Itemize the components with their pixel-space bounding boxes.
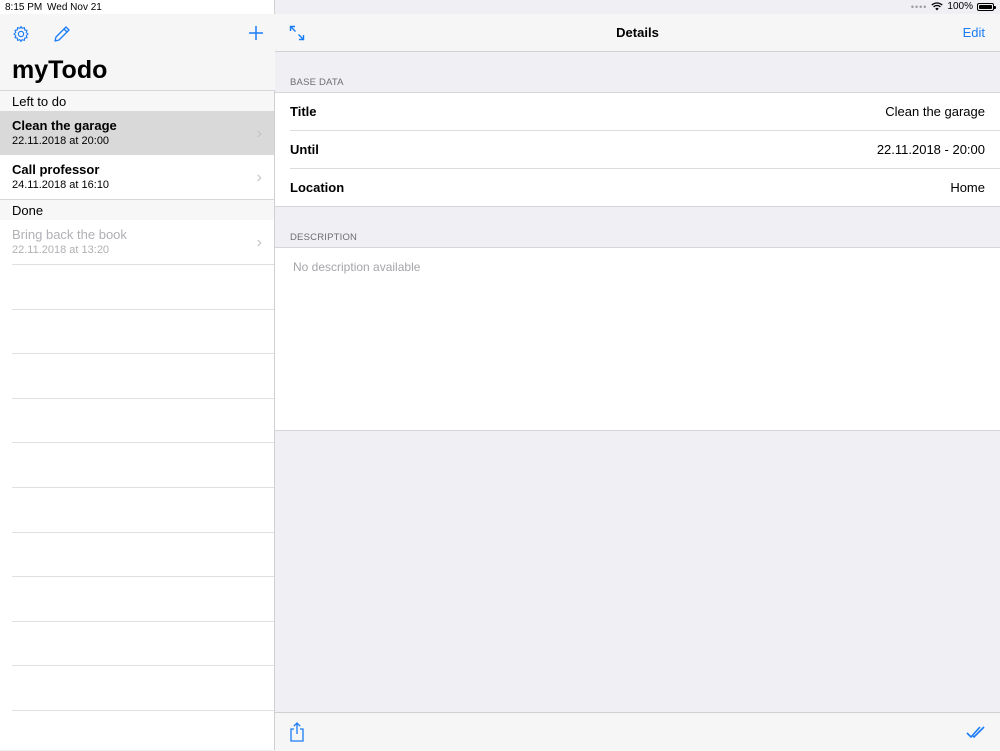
list-separator [12, 442, 274, 443]
description-area[interactable]: No description available [275, 247, 1000, 431]
list-separator [12, 621, 274, 622]
description-placeholder: No description available [293, 260, 421, 274]
field-label: Title [290, 104, 317, 119]
list-separator [12, 353, 274, 354]
chevron-right-icon: › [256, 234, 262, 251]
battery-percent: 100% [947, 1, 973, 12]
detail-title: Details [616, 25, 659, 40]
list-separator [12, 710, 274, 711]
field-title: Title Clean the garage [275, 93, 1000, 130]
list-separator [12, 309, 274, 310]
field-location: Location Home [275, 169, 1000, 206]
todo-title: Bring back the book [12, 227, 127, 242]
list-separator [12, 398, 274, 399]
list-separator [12, 532, 274, 533]
todo-item-clean-garage[interactable]: Clean the garage 22.11.2018 at 20:00 › [0, 111, 274, 155]
description-header: DESCRIPTION [290, 232, 358, 243]
field-value: Clean the garage [885, 104, 985, 119]
status-time: 8:15 PM [5, 2, 43, 13]
status-bar: 8:15 PM Wed Nov 21 •••• 100% [0, 0, 1000, 14]
section-label: Left to do [12, 94, 67, 109]
section-header-done: Done [0, 199, 274, 220]
mark-done-button[interactable] [965, 722, 987, 742]
status-right: •••• 100% [910, 1, 996, 12]
todo-item-call-professor[interactable]: Call professor 24.11.2018 at 16:10 › [0, 155, 274, 199]
detail-navbar: Details Edit [275, 14, 1000, 52]
list-separator [12, 487, 274, 488]
chevron-right-icon: › [256, 125, 262, 142]
settings-button[interactable] [11, 24, 31, 44]
wifi-icon [931, 2, 944, 11]
list-separator [12, 665, 274, 666]
field-until: Until 22.11.2018 - 20:00 [275, 131, 1000, 168]
todo-title: Call professor [12, 162, 100, 177]
todo-date: 22.11.2018 at 20:00 [12, 135, 110, 147]
todo-date: 22.11.2018 at 13:20 [12, 244, 110, 256]
add-todo-button[interactable] [246, 23, 266, 43]
todo-title: Clean the garage [12, 118, 117, 133]
field-value: Home [950, 180, 985, 195]
section-header-left-to-do: Left to do [0, 90, 274, 111]
detail-pane: Details Edit BASE DATA Title Clean the g… [275, 0, 1000, 751]
list-separator [12, 576, 274, 577]
todo-date: 24.11.2018 at 16:10 [12, 179, 110, 191]
battery-icon [977, 2, 996, 11]
chevron-right-icon: › [256, 169, 262, 186]
double-checkmark-icon [966, 726, 985, 739]
field-value: 22.11.2018 - 20:00 [876, 142, 985, 157]
master-toolbar [0, 14, 275, 52]
base-data-group: Title Clean the garage Until 22.11.2018 … [275, 92, 1000, 207]
compose-button[interactable] [51, 23, 73, 45]
section-label: Done [12, 203, 44, 218]
share-icon [290, 722, 304, 742]
base-data-header: BASE DATA [290, 77, 344, 88]
pencil-icon [54, 26, 70, 42]
detail-bottom-toolbar [275, 712, 1000, 751]
master-pane: myTodo Left to do Clean the garage 22.11… [0, 0, 275, 750]
plus-icon [249, 26, 263, 40]
list-separator [12, 264, 274, 265]
todo-item-bring-back-book[interactable]: Bring back the book 22.11.2018 at 13:20 … [0, 220, 274, 264]
share-button[interactable] [287, 721, 307, 743]
field-label: Location [290, 180, 345, 195]
edit-button[interactable]: Edit [963, 25, 985, 40]
field-label: Until [290, 142, 319, 157]
gear-icon [13, 25, 29, 43]
app-title: myTodo [12, 56, 108, 84]
signal-icon: •••• [910, 1, 928, 12]
status-date: Wed Nov 21 [47, 2, 102, 13]
